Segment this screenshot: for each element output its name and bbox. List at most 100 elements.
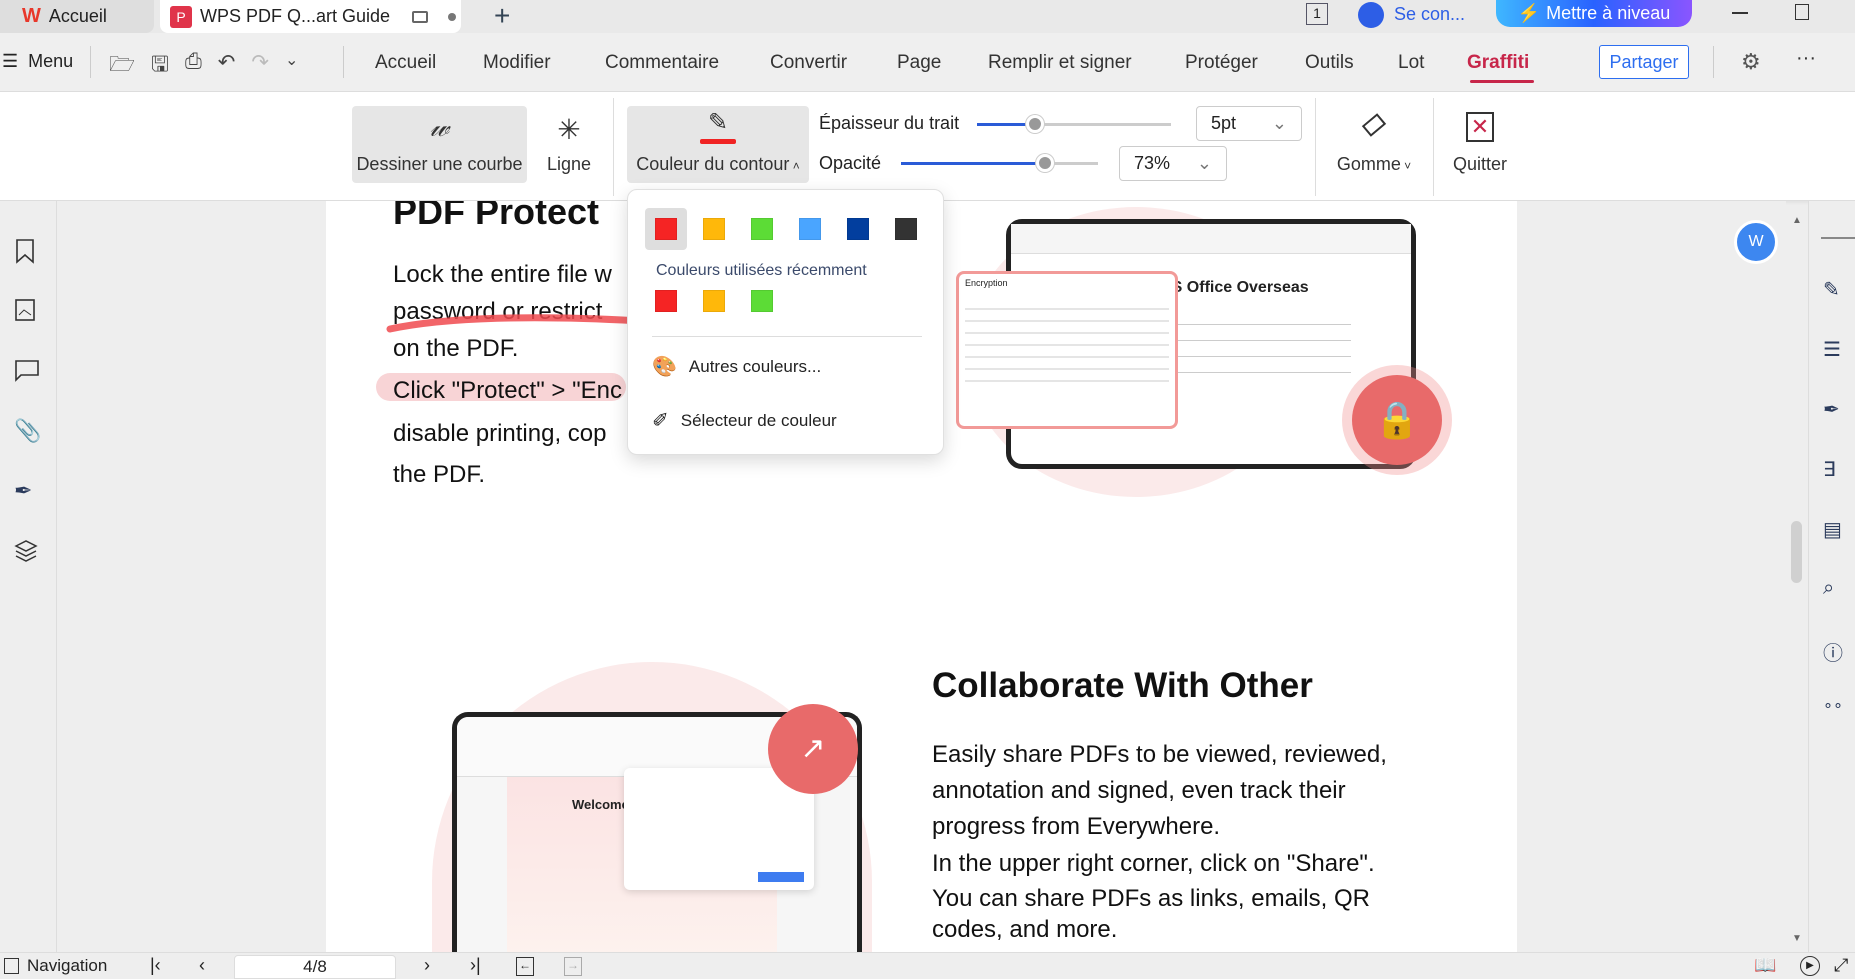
- body-line: codes, and more.: [932, 916, 1118, 943]
- body-line: the PDF.: [393, 461, 486, 488]
- menu-button[interactable]: ☰ Menu: [2, 51, 73, 72]
- tab-home[interactable]: W Accueil: [0, 0, 154, 33]
- new-tab-button[interactable]: +: [494, 0, 510, 32]
- color-swatch[interactable]: [703, 290, 725, 312]
- first-page-button[interactable]: |‹: [150, 955, 161, 976]
- color-swatch[interactable]: [751, 218, 773, 240]
- encryption-illustration: PS Office Overseas Encryption 🔒: [946, 207, 1452, 497]
- tab-lot[interactable]: Lot: [1398, 52, 1424, 74]
- more-icon[interactable]: ···: [1796, 47, 1816, 70]
- eraser-button[interactable]: Gomme ˅: [1330, 106, 1418, 183]
- thickness-slider[interactable]: [977, 115, 1171, 133]
- body-line: Lock the entire file w: [393, 261, 612, 288]
- help-icon[interactable]: ⓘ: [1823, 637, 1843, 666]
- share-button[interactable]: Partager: [1599, 45, 1689, 79]
- tab-commentaire[interactable]: Commentaire: [605, 52, 719, 74]
- tab-outils[interactable]: Outils: [1305, 52, 1354, 74]
- document-text-icon[interactable]: ☰: [1823, 337, 1841, 362]
- search-icon[interactable]: ⌕: [1823, 577, 1834, 600]
- eraser-icon: [1361, 113, 1387, 137]
- compare-icon[interactable]: ∃: [1823, 457, 1836, 482]
- chevron-down-icon: ⌄: [1271, 113, 1287, 133]
- color-picker-label: Sélecteur de couleur: [680, 410, 837, 430]
- scroll-up-arrow[interactable]: ▲: [1792, 215, 1802, 226]
- tab-remplir-et-signer[interactable]: Remplir et signer: [988, 52, 1132, 74]
- color-swatch[interactable]: [799, 218, 821, 240]
- tab-convertir[interactable]: Convertir: [770, 52, 847, 74]
- pencil-icon: ✎: [707, 109, 729, 136]
- scrollbar-thumb[interactable]: [1791, 521, 1802, 583]
- paperclip-icon[interactable]: 📎: [14, 418, 41, 444]
- play-icon[interactable]: ▶: [1800, 956, 1820, 976]
- unsaved-dot-icon[interactable]: [448, 12, 457, 21]
- tab-proteger[interactable]: Protéger: [1185, 52, 1258, 74]
- comment-icon[interactable]: [14, 358, 40, 384]
- window-count-badge[interactable]: 1: [1306, 3, 1328, 25]
- color-swatch[interactable]: [847, 218, 869, 240]
- next-page-button[interactable]: ›: [424, 955, 430, 976]
- opacity-slider-handle[interactable]: [1035, 154, 1054, 172]
- restore-button[interactable]: [1795, 4, 1809, 20]
- tab-document[interactable]: P WPS PDF Q...art Guide: [160, 0, 461, 33]
- panel-handle: [1821, 237, 1855, 239]
- color-swatch[interactable]: [895, 218, 917, 240]
- avatar-icon[interactable]: [1358, 2, 1384, 28]
- scroll-down-arrow[interactable]: ▼: [1792, 933, 1802, 944]
- body-line: annotation and signed, even track their: [932, 777, 1346, 804]
- navigation-toggle[interactable]: Navigation: [4, 956, 107, 976]
- bookmark-icon[interactable]: [14, 238, 40, 264]
- reading-mode-icon[interactable]: 📖: [1754, 955, 1776, 976]
- edit-icon[interactable]: ✎: [1823, 277, 1840, 302]
- color-swatch[interactable]: [655, 290, 677, 312]
- opacity-slider[interactable]: [901, 154, 1098, 172]
- navigation-label: Navigation: [27, 956, 108, 975]
- back-view-button[interactable]: ←: [516, 957, 534, 976]
- tab-page[interactable]: Page: [897, 52, 941, 74]
- fullscreen-icon[interactable]: ⤢: [1834, 955, 1848, 976]
- color-picker-item[interactable]: ✐ Sélecteur de couleur: [652, 408, 837, 433]
- minimize-button[interactable]: [1732, 12, 1748, 14]
- forward-view-button[interactable]: →: [564, 957, 582, 976]
- redo-icon[interactable]: ↷: [251, 50, 269, 85]
- gear-icon[interactable]: ⚙: [1741, 49, 1761, 75]
- thickness-value: 5pt: [1211, 113, 1237, 133]
- draw-curve-button[interactable]: 𝓌 Dessiner une courbe: [352, 106, 527, 183]
- color-swatch[interactable]: [655, 218, 677, 240]
- stroke-color-button[interactable]: ✎ Couleur du contour ˄: [627, 106, 809, 183]
- tab-graffiti[interactable]: Graffiti: [1467, 52, 1529, 74]
- active-tab-indicator: [1470, 80, 1534, 83]
- quit-button[interactable]: ✕ Quitter: [1448, 106, 1512, 183]
- layers-icon[interactable]: [14, 538, 40, 564]
- more-icon[interactable]: ∘∘: [1823, 695, 1843, 715]
- color-swatch[interactable]: [703, 218, 725, 240]
- sign-icon[interactable]: ✒: [1823, 397, 1840, 422]
- last-page-button[interactable]: ›|: [470, 955, 481, 976]
- more-colors-item[interactable]: 🎨 Autres couleurs...: [652, 354, 821, 379]
- image-icon[interactable]: [14, 298, 40, 324]
- divider: [652, 336, 922, 337]
- opacity-slider-fill: [901, 162, 1045, 165]
- vertical-scrollbar[interactable]: ▲ ▼: [1786, 201, 1808, 952]
- form-icon[interactable]: ▤: [1823, 517, 1842, 542]
- section-title-pdf-protect: PDF Protect: [393, 201, 600, 232]
- save-icon[interactable]: 🖫: [151, 50, 169, 85]
- thickness-select[interactable]: 5pt ⌄: [1196, 106, 1302, 141]
- previous-page-button[interactable]: ‹: [199, 955, 205, 976]
- chevron-down-icon[interactable]: ⌄: [285, 50, 298, 85]
- tab-modifier[interactable]: Modifier: [483, 52, 551, 74]
- tab-accueil[interactable]: Accueil: [375, 52, 436, 74]
- sign-in-link[interactable]: Se con...: [1394, 4, 1465, 25]
- open-folder-icon[interactable]: 🗁: [109, 50, 135, 85]
- opacity-select[interactable]: 73% ⌄: [1119, 146, 1227, 181]
- monitor-icon[interactable]: [412, 10, 429, 23]
- line-button[interactable]: ✳ Ligne: [542, 106, 596, 183]
- page-number-input[interactable]: 4/8: [234, 955, 396, 979]
- sign-pen-icon[interactable]: ✒: [14, 478, 40, 504]
- wps-logo-icon: W: [22, 5, 41, 27]
- convert-to-word-icon[interactable]: W: [1734, 220, 1778, 264]
- color-swatch[interactable]: [751, 290, 773, 312]
- upgrade-button[interactable]: ⚡ Mettre à niveau: [1496, 0, 1692, 27]
- print-icon[interactable]: ⎙: [185, 50, 202, 85]
- divider: [1433, 98, 1434, 196]
- undo-icon[interactable]: ↶: [218, 50, 236, 85]
